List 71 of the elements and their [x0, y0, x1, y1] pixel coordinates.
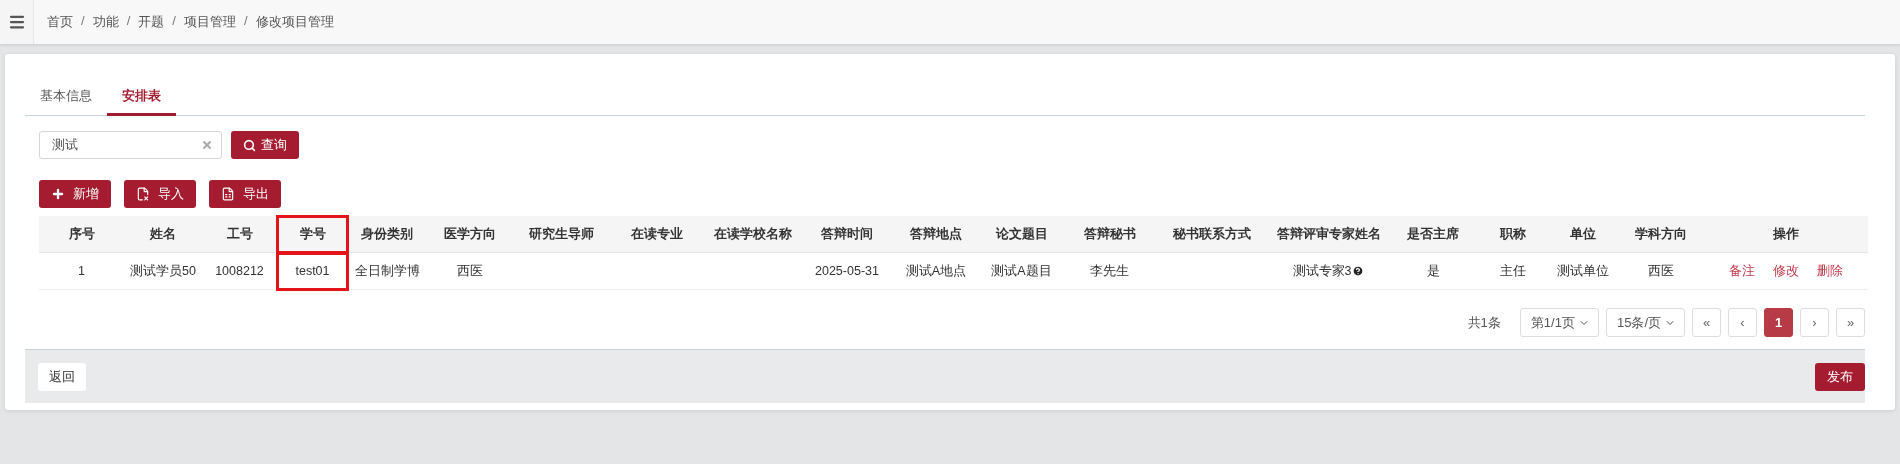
export-button[interactable]: 导出: [209, 180, 281, 208]
column-header: 单位: [1547, 216, 1618, 253]
table-cell: 是: [1426, 263, 1440, 278]
column-header: 在读专业: [609, 216, 704, 253]
column-header: 医学方向: [426, 216, 514, 253]
table-cell: 2025-05-31: [815, 264, 879, 278]
column-header: 答辩评审专家姓名: [1269, 216, 1388, 253]
breadcrumb-separator: /: [81, 13, 85, 30]
search-button[interactable]: 查询: [231, 131, 299, 159]
column-header: 学号: [277, 216, 348, 253]
table-cell: 1: [78, 264, 85, 278]
publish-button[interactable]: 发布: [1815, 362, 1865, 391]
back-button[interactable]: 返回: [38, 362, 86, 391]
file-icon: [221, 187, 235, 201]
table-cell: 测试A地点: [905, 263, 967, 278]
action-link[interactable]: 修改: [1772, 263, 1799, 278]
column-header: 在读学校名称: [704, 216, 801, 253]
column-header: 操作: [1703, 216, 1868, 253]
tab[interactable]: 基本信息: [25, 78, 107, 116]
action-link[interactable]: 删除: [1816, 263, 1843, 278]
tab[interactable]: 安排表: [107, 78, 176, 116]
page-size-select[interactable]: 15条/页: [1605, 308, 1685, 337]
table-cell: 全日制学博: [354, 263, 420, 278]
table-cell: 李先生: [1090, 263, 1129, 278]
column-header: 论文题目: [979, 216, 1064, 253]
breadcrumb-separator: /: [126, 13, 131, 30]
next-page-button[interactable]: ›: [1800, 308, 1829, 337]
total-count: 共1条: [1467, 313, 1501, 332]
column-header: 答辩秘书: [1064, 216, 1155, 253]
add-button[interactable]: 新增: [39, 180, 111, 208]
page-select[interactable]: 第1/1页: [1519, 308, 1599, 337]
table-cell: 测试A题目: [991, 263, 1052, 278]
column-header: 工号: [202, 216, 277, 253]
table-cell: 测试专家3: [1292, 263, 1352, 278]
previous-page-button[interactable]: ‹: [1728, 308, 1757, 337]
column-header: 秘书联系方式: [1155, 216, 1269, 253]
first-page-button[interactable]: «: [1692, 308, 1721, 337]
column-header: 学科方向: [1618, 216, 1703, 253]
menu-icon: [7, 13, 26, 31]
column-header: 答辩地点: [893, 216, 979, 253]
breadcrumb-separator: /: [172, 13, 176, 30]
breadcrumb-link[interactable]: 修改项目管理: [255, 13, 334, 31]
search-icon: [243, 138, 256, 152]
breadcrumb-link[interactable]: 项目管理: [183, 13, 236, 31]
help-icon[interactable]: [1352, 264, 1365, 277]
last-page-button[interactable]: »: [1836, 308, 1865, 337]
page-button[interactable]: 1: [1764, 308, 1793, 337]
column-header: 答辩时间: [801, 216, 893, 253]
action-link[interactable]: 备注: [1728, 263, 1755, 278]
breadcrumb-link[interactable]: 开题: [138, 13, 165, 31]
table-cell: 西医: [457, 263, 483, 278]
table-cell: test01: [295, 264, 330, 278]
breadcrumb-separator: /: [243, 13, 248, 30]
menu-button[interactable]: [0, 0, 34, 44]
import-button[interactable]: 导入: [124, 180, 196, 208]
table-cell: 测试学员50: [130, 263, 196, 278]
column-header: 是否主席: [1388, 216, 1478, 253]
file-icon: [136, 187, 150, 201]
table-cell: 测试单位: [1556, 263, 1609, 278]
column-header: 姓名: [124, 216, 202, 253]
table-cell: 1008212: [215, 264, 264, 278]
table-cell: 西医: [1647, 263, 1674, 278]
breadcrumb-link[interactable]: 功能: [92, 13, 119, 31]
column-header: 序号: [39, 216, 124, 253]
breadcrumb-link[interactable]: 首页: [47, 13, 73, 31]
plus-icon: [51, 187, 65, 201]
column-header: 身份类别: [348, 216, 426, 253]
column-header: 职称: [1478, 216, 1547, 253]
table-cell: 主任: [1499, 263, 1526, 278]
column-header: 研究生导师: [514, 216, 609, 253]
search-field[interactable]: 测试: [39, 131, 222, 159]
